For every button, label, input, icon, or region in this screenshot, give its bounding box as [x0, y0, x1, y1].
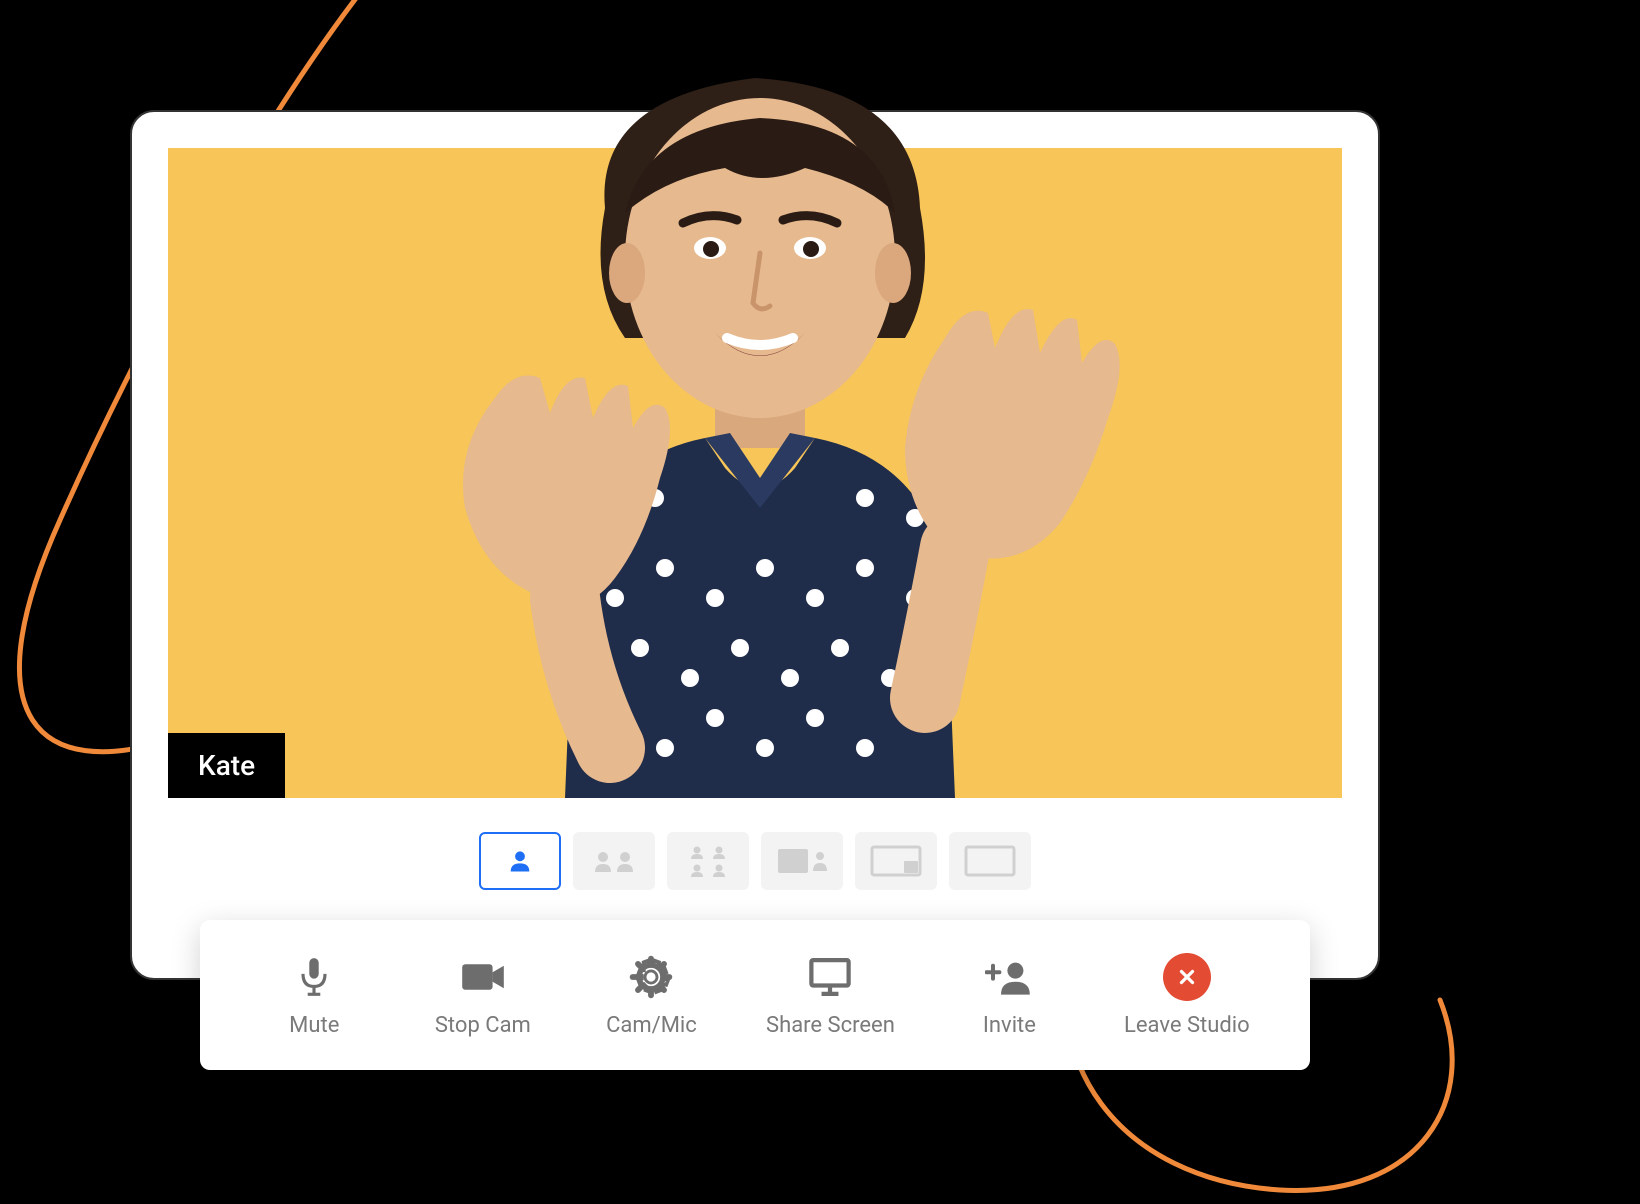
- layout-picker: [479, 832, 1031, 890]
- fullscreen-icon: [960, 841, 1020, 881]
- add-person-icon: [985, 953, 1033, 1001]
- cam-mic-button[interactable]: Cam/Mic: [581, 943, 721, 1048]
- control-toolbar: Mute Stop Cam: [200, 920, 1310, 1070]
- two-person-icon: [587, 844, 641, 878]
- participant-video: [305, 38, 1205, 798]
- mute-label: Mute: [289, 1013, 339, 1038]
- video-feed: Kate: [168, 148, 1342, 798]
- grid-icon: [681, 841, 735, 881]
- gear-icon: [627, 953, 675, 1001]
- participant-name: Kate: [198, 749, 255, 782]
- layout-presenter-overlay[interactable]: [855, 832, 937, 890]
- invite-button[interactable]: Invite: [939, 943, 1079, 1048]
- cam-mic-label: Cam/Mic: [606, 1013, 697, 1038]
- participant-name-tag: Kate: [168, 733, 285, 798]
- layout-single[interactable]: [479, 832, 561, 890]
- studio-window: Kate: [130, 110, 1380, 980]
- share-screen-label: Share Screen: [766, 1013, 895, 1038]
- layout-presenter-side[interactable]: [761, 832, 843, 890]
- layout-fullscreen[interactable]: [949, 832, 1031, 890]
- microphone-icon: [290, 953, 338, 1001]
- person-icon: [506, 847, 534, 875]
- close-icon: [1163, 953, 1211, 1001]
- leave-studio-button[interactable]: Leave Studio: [1108, 943, 1266, 1048]
- camera-icon: [459, 953, 507, 1001]
- leave-label: Leave Studio: [1124, 1013, 1250, 1038]
- presenter-side-icon: [772, 841, 832, 881]
- stop-cam-label: Stop Cam: [435, 1013, 531, 1038]
- layout-grid-2x2[interactable]: [667, 832, 749, 890]
- invite-label: Invite: [983, 1013, 1036, 1038]
- presenter-overlay-icon: [866, 841, 926, 881]
- monitor-icon: [806, 953, 854, 1001]
- mute-button[interactable]: Mute: [244, 943, 384, 1048]
- layout-two-up[interactable]: [573, 832, 655, 890]
- share-screen-button[interactable]: Share Screen: [750, 943, 911, 1048]
- stop-cam-button[interactable]: Stop Cam: [413, 943, 553, 1048]
